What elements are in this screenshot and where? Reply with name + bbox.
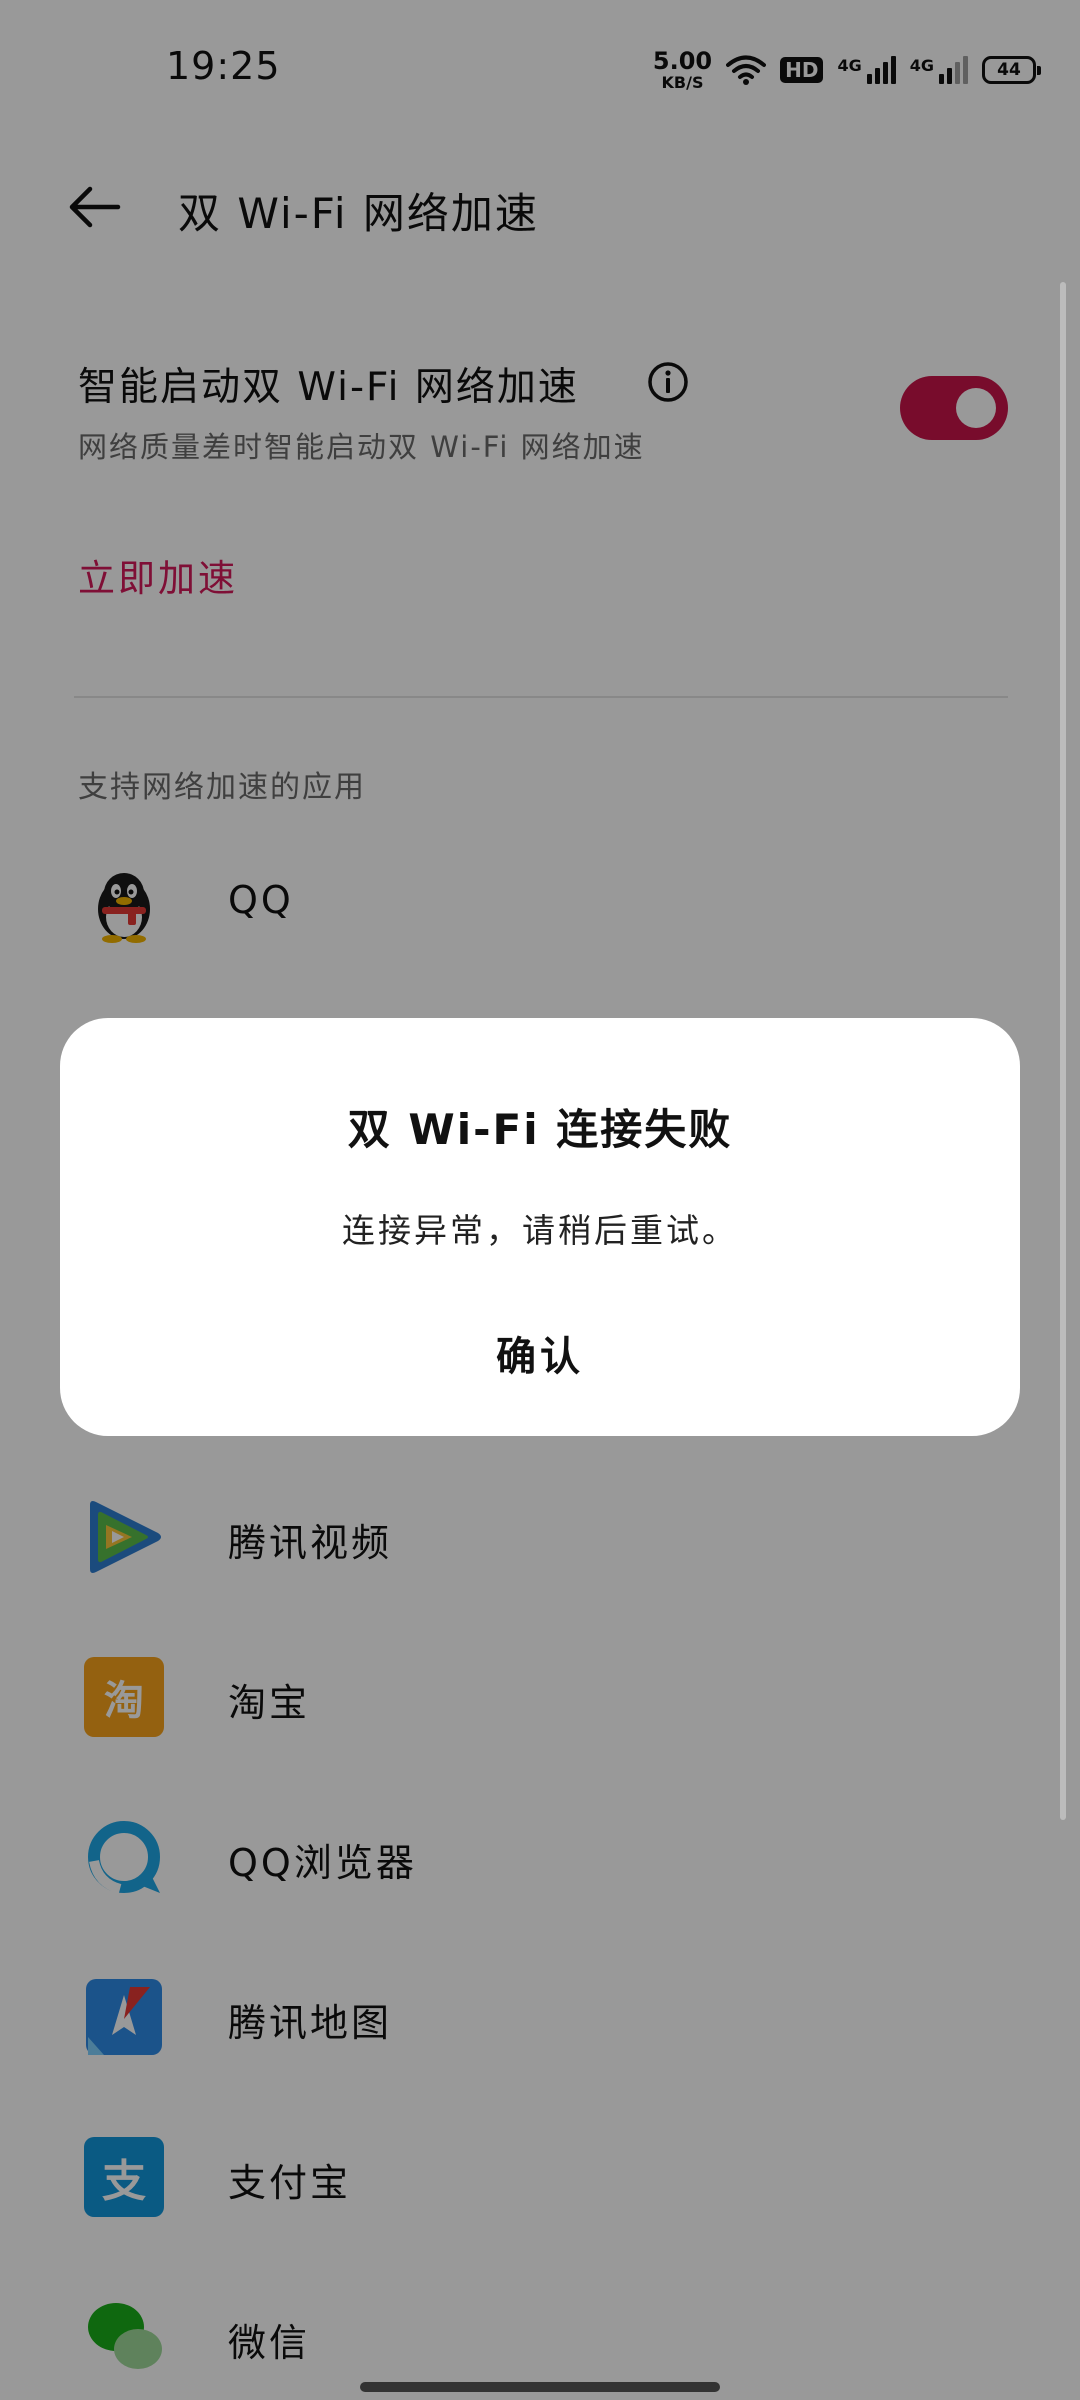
home-indicator[interactable] bbox=[360, 2382, 720, 2392]
screen: 19:25 5.00 KB/S HD 4G 4G 44 双 Wi-Fi 网络加速… bbox=[0, 0, 1080, 2400]
confirm-button[interactable]: 确认 bbox=[390, 1308, 690, 1398]
error-dialog: 双 Wi-Fi 连接失败 连接异常，请稍后重试。 确认 bbox=[60, 1018, 1020, 1436]
dialog-title: 双 Wi-Fi 连接失败 bbox=[347, 1105, 733, 1154]
scrollbar bbox=[1060, 282, 1066, 1820]
dialog-message: 连接异常，请稍后重试。 bbox=[342, 1211, 738, 1250]
